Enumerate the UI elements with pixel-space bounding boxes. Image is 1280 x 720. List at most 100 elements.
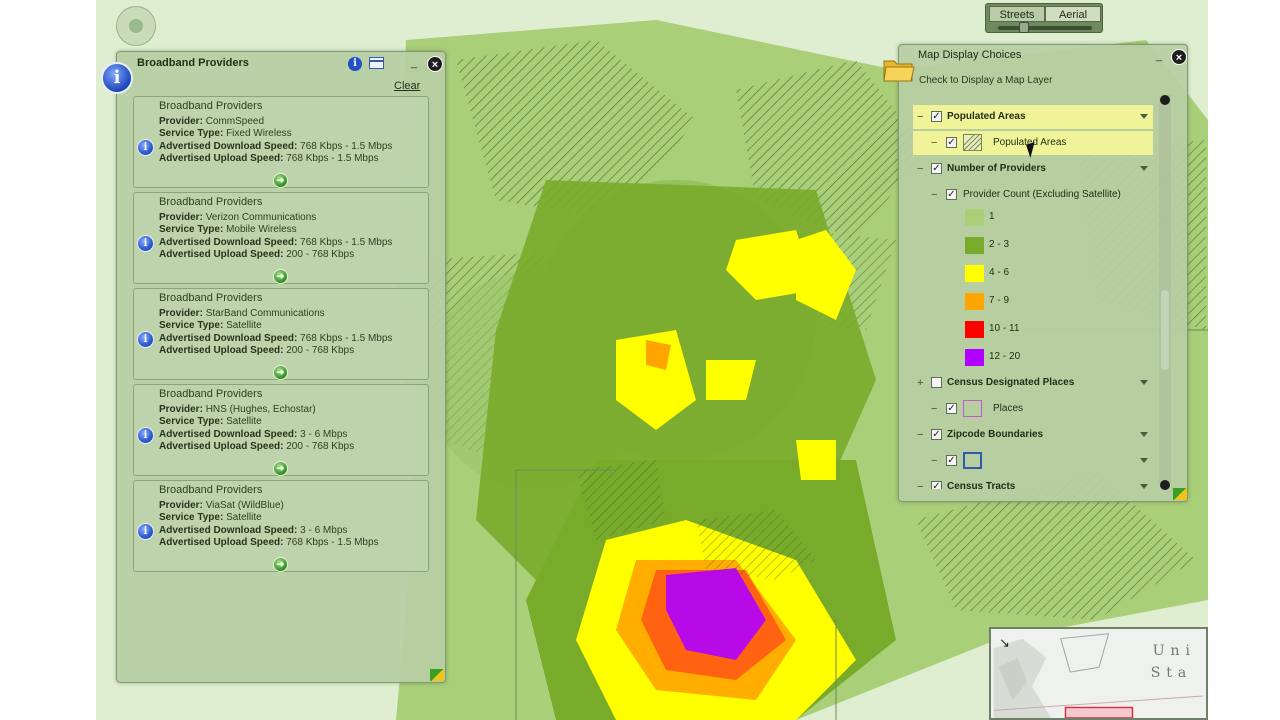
- collapse-icon[interactable]: −: [917, 482, 923, 490]
- layer-row-census-places[interactable]: + Census Designated Places: [913, 371, 1153, 395]
- minimize-button[interactable]: _: [411, 58, 421, 70]
- info-button-icon[interactable]: i: [348, 57, 362, 71]
- provider-value: Verizon Communications: [205, 212, 317, 223]
- go-arrow-icon[interactable]: ➜: [273, 461, 288, 476]
- collapse-icon[interactable]: −: [931, 138, 937, 149]
- provider-label: Provider:: [159, 308, 203, 319]
- go-arrow-icon[interactable]: ➜: [273, 269, 288, 284]
- info-icon[interactable]: i: [137, 523, 154, 540]
- resize-handle-icon[interactable]: [430, 669, 444, 681]
- broadband-providers-panel: i Broadband Providers i _ × Clear Broadb…: [101, 51, 446, 683]
- provider-card: Broadband Providers Provider: CommSpeed …: [133, 96, 429, 188]
- layer-row-zipcode[interactable]: − ✓ Zipcode Boundaries: [913, 423, 1153, 447]
- card-title: Broadband Providers: [159, 484, 263, 496]
- service-type-label: Service Type:: [159, 224, 224, 235]
- legend-label: 10 - 11: [989, 323, 1020, 334]
- service-type-label: Service Type:: [159, 128, 224, 139]
- transparency-slider-handle[interactable]: [1019, 22, 1029, 33]
- pan-control[interactable]: [116, 6, 156, 46]
- streets-button[interactable]: Streets: [989, 6, 1045, 22]
- upload-label: Advertised Upload Speed:: [159, 153, 284, 164]
- layer-label: Census Designated Places: [947, 377, 1075, 388]
- resize-handle-icon[interactable]: [1173, 488, 1187, 500]
- folder-icon: [883, 55, 915, 83]
- collapse-icon[interactable]: −: [931, 404, 937, 415]
- layer-menu-icon[interactable]: [1140, 484, 1148, 489]
- layer-checkbox[interactable]: ✓: [946, 137, 957, 148]
- layer-checkbox[interactable]: ✓: [931, 163, 942, 174]
- panel-title: Broadband Providers: [137, 57, 249, 69]
- info-icon[interactable]: i: [137, 331, 154, 348]
- go-arrow-icon[interactable]: ➜: [273, 365, 288, 380]
- layer-menu-icon[interactable]: [1140, 114, 1148, 119]
- layer-menu-icon[interactable]: [1140, 380, 1148, 385]
- aerial-button[interactable]: Aerial: [1045, 6, 1101, 22]
- legend-swatch: [965, 321, 984, 338]
- card-title: Broadband Providers: [159, 292, 263, 304]
- layer-checkbox[interactable]: ✓: [931, 429, 942, 440]
- download-value: 3 - 6 Mbps: [300, 525, 348, 536]
- download-value: 3 - 6 Mbps: [300, 429, 348, 440]
- provider-card: Broadband Providers Provider: Verizon Co…: [133, 192, 429, 284]
- pan-center-icon[interactable]: [129, 19, 143, 33]
- layer-checkbox[interactable]: ✓: [946, 189, 957, 200]
- scroll-down-icon[interactable]: [1160, 480, 1170, 490]
- collapse-overview-icon[interactable]: ↘: [999, 635, 1010, 651]
- layer-menu-icon[interactable]: [1140, 432, 1148, 437]
- service-type-value: Mobile Wireless: [226, 224, 297, 235]
- layer-checkbox[interactable]: ✓: [946, 403, 957, 414]
- map-display-choices-panel: Map Display Choices _ × Check to Display…: [883, 44, 1188, 502]
- info-icon[interactable]: i: [137, 427, 154, 444]
- scrollbar-thumb[interactable]: [1161, 290, 1169, 370]
- collapse-icon[interactable]: −: [931, 190, 937, 201]
- layer-menu-icon[interactable]: [1140, 458, 1148, 463]
- transparency-slider-track[interactable]: [998, 26, 1092, 30]
- overview-map[interactable]: Uni Sta ↘: [989, 627, 1208, 720]
- legend-swatch: [965, 237, 984, 254]
- provider-card: Broadband Providers Provider: HNS (Hughe…: [133, 384, 429, 476]
- layer-row-populated-areas[interactable]: − ✓ Populated Areas: [913, 105, 1153, 129]
- provider-value: StarBand Communications: [205, 308, 325, 319]
- hatch-swatch-icon: [963, 134, 982, 151]
- legend-label: 7 - 9: [989, 295, 1010, 306]
- overview-label-1: Uni: [1153, 643, 1196, 659]
- layer-list-scrollbar[interactable]: [1159, 95, 1171, 490]
- zipcode-swatch-icon: [963, 452, 982, 469]
- layer-checkbox[interactable]: [931, 377, 942, 388]
- legend-swatch: [965, 265, 984, 282]
- collapse-icon[interactable]: −: [917, 430, 923, 441]
- minimize-button[interactable]: _: [1156, 51, 1166, 63]
- layer-row-provider-count[interactable]: − ✓ Provider Count (Excluding Satellite): [913, 183, 1153, 207]
- go-arrow-icon[interactable]: ➜: [273, 557, 288, 572]
- layer-row-places[interactable]: − ✓ Places: [913, 397, 1153, 421]
- info-icon[interactable]: i: [137, 235, 154, 252]
- collapse-icon[interactable]: −: [917, 164, 923, 175]
- layer-row-zipcode-item[interactable]: − ✓: [913, 449, 1153, 473]
- collapse-icon[interactable]: −: [917, 112, 923, 123]
- legend-label: 12 - 20: [989, 351, 1021, 362]
- layer-row-number-of-providers[interactable]: − ✓ Number of Providers: [913, 157, 1153, 181]
- layer-checkbox[interactable]: ✓: [946, 455, 957, 466]
- download-value: 768 Kbps - 1.5 Mbps: [300, 333, 393, 344]
- download-label: Advertised Download Speed:: [159, 429, 298, 440]
- legend-item: 1: [913, 205, 1153, 233]
- layer-checkbox[interactable]: ✓: [931, 111, 942, 122]
- layer-label: Places: [993, 403, 1024, 414]
- layer-row-census-tracts[interactable]: − ✓ Census Tracts: [913, 475, 1153, 489]
- close-button[interactable]: ×: [1171, 49, 1187, 65]
- info-icon[interactable]: i: [137, 139, 154, 156]
- scroll-up-icon[interactable]: [1160, 95, 1170, 105]
- go-arrow-icon[interactable]: ➜: [273, 173, 288, 188]
- layer-checkbox[interactable]: ✓: [931, 481, 942, 489]
- upload-value: 200 - 768 Kbps: [286, 345, 355, 356]
- provider-card: Broadband Providers Provider: ViaSat (Wi…: [133, 480, 429, 572]
- layer-menu-icon[interactable]: [1140, 166, 1148, 171]
- card-title: Broadband Providers: [159, 388, 263, 400]
- collapse-icon[interactable]: −: [931, 456, 937, 467]
- expand-icon[interactable]: +: [917, 378, 923, 389]
- table-view-icon[interactable]: [369, 57, 384, 69]
- upload-label: Advertised Upload Speed:: [159, 537, 284, 548]
- close-button[interactable]: ×: [427, 56, 443, 72]
- legend-item: 2 - 3: [913, 233, 1153, 261]
- clear-link[interactable]: Clear: [394, 80, 420, 92]
